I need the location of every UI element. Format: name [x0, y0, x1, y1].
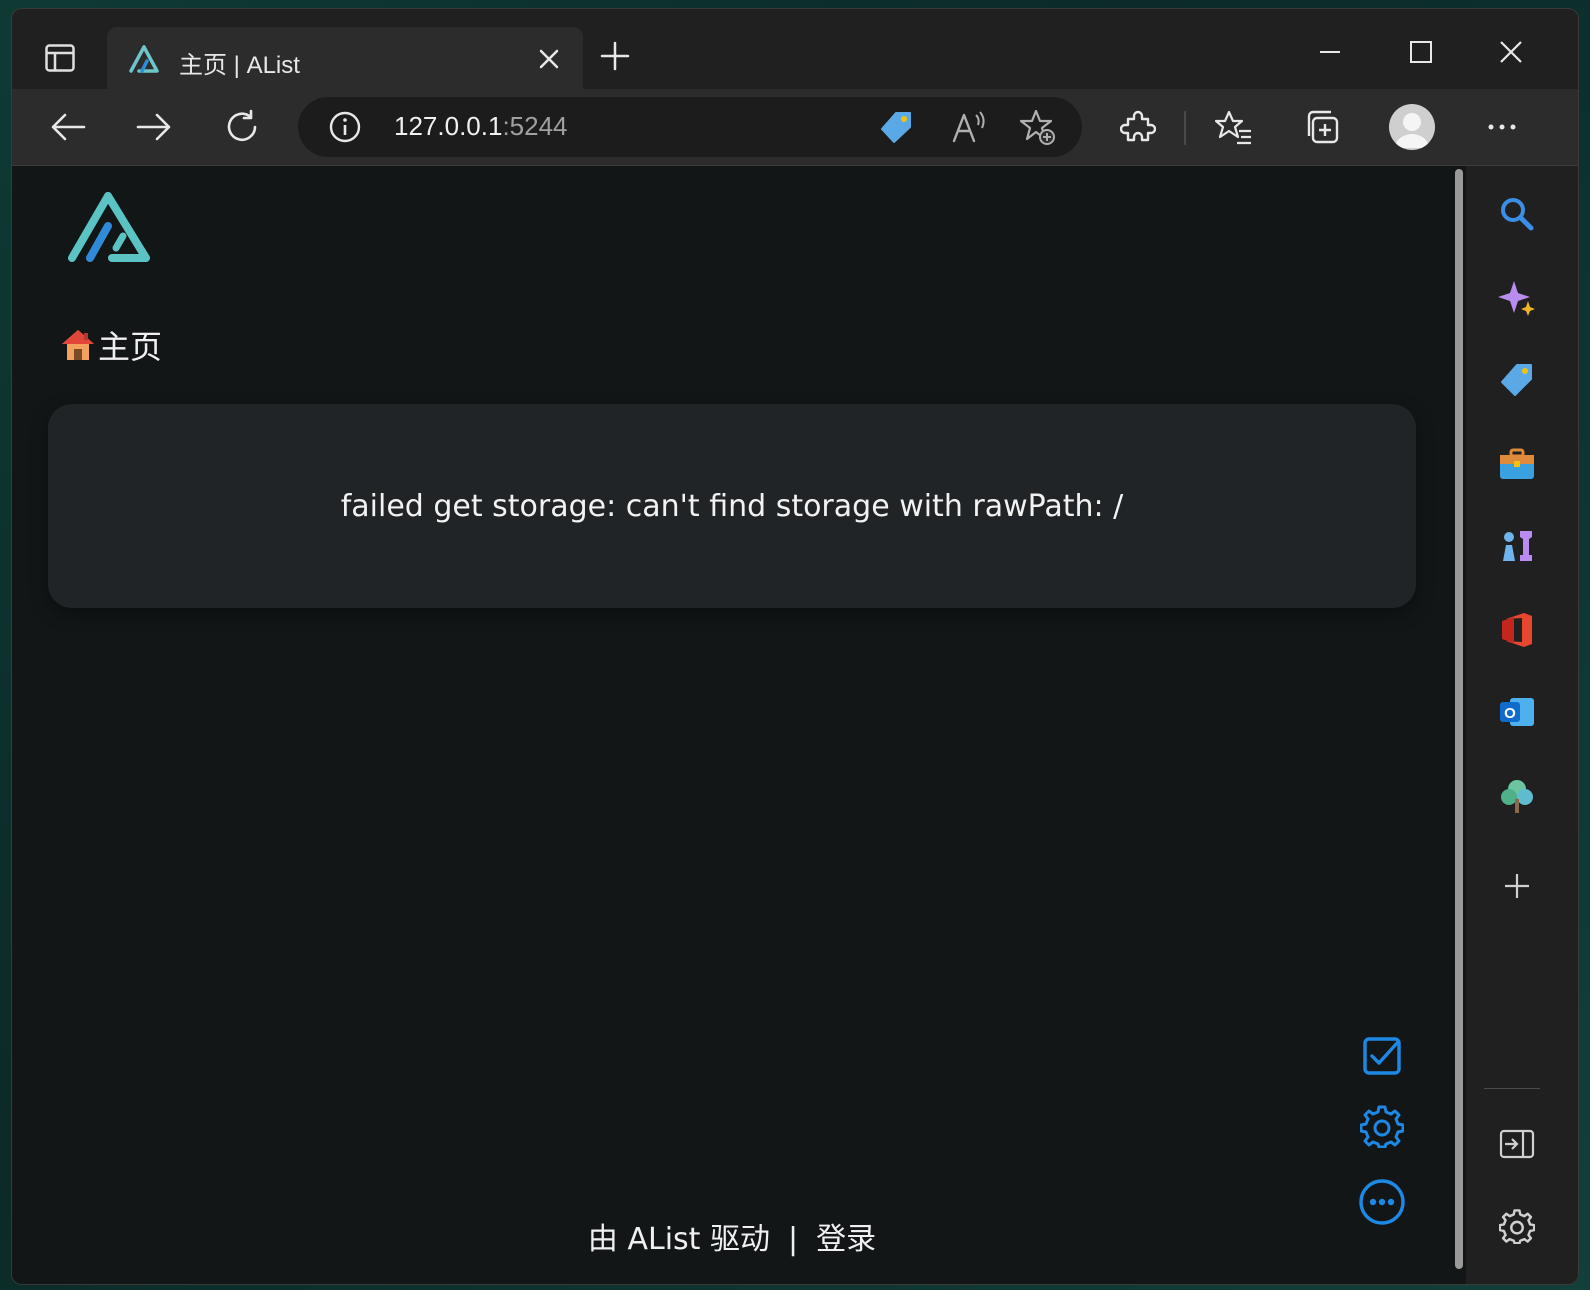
address-bar[interactable]: 127.0.0.1:5244 [298, 97, 1082, 157]
read-aloud-icon[interactable] [948, 107, 988, 147]
login-link[interactable]: 登录 [816, 1222, 876, 1257]
home-icon [62, 330, 94, 360]
outlook-icon[interactable]: O [1497, 692, 1537, 732]
copilot-sparkle-icon[interactable] [1497, 278, 1537, 318]
more-icon[interactable] [1482, 107, 1522, 147]
error-message: failed get storage: can't find storage w… [340, 488, 1124, 524]
add-favorite-icon[interactable] [1018, 107, 1058, 147]
info-icon[interactable] [328, 110, 362, 144]
browser-toolbar: 127.0.0.1:5244 [12, 89, 1578, 166]
tab-actions-icon[interactable] [42, 41, 78, 75]
svg-text:O: O [1504, 705, 1516, 722]
tools-briefcase-icon[interactable] [1497, 444, 1537, 484]
page-viewport: 主页 failed get storage: can't find storag… [12, 166, 1452, 1284]
refresh-icon[interactable] [222, 107, 262, 147]
extensions-icon[interactable] [1118, 107, 1158, 147]
close-icon[interactable] [1496, 37, 1526, 67]
title-bar: 主页 | AList [12, 9, 1578, 91]
hide-sidebar-icon[interactable] [1497, 1124, 1537, 1164]
search-icon[interactable] [1497, 194, 1537, 234]
tab-title: 主页 | AList [179, 52, 300, 79]
shopping-tag-icon[interactable] [1497, 360, 1537, 400]
new-tab-icon[interactable] [600, 41, 630, 71]
error-card: failed get storage: can't find storage w… [48, 404, 1416, 608]
minimize-icon[interactable] [1315, 37, 1345, 67]
footer-separator: | [787, 1222, 799, 1257]
url-text[interactable]: 127.0.0.1:5244 [394, 111, 568, 142]
maximize-icon[interactable] [1406, 37, 1436, 67]
browser-sidebar: O [1466, 166, 1578, 1284]
breadcrumb-home-label[interactable]: 主页 [98, 322, 162, 368]
powered-by-link[interactable]: 由 AList 驱动 [588, 1222, 770, 1257]
sidebar-settings-icon[interactable] [1497, 1206, 1537, 1246]
toolbar-divider [1184, 111, 1186, 145]
price-tag-icon[interactable] [876, 107, 916, 147]
url-host: 127.0.0.1 [394, 111, 503, 141]
collections-icon[interactable] [1302, 107, 1342, 147]
select-checkbox-icon[interactable] [1358, 1032, 1406, 1080]
sidebar-divider [1484, 1088, 1540, 1089]
alist-logo[interactable] [66, 192, 150, 264]
tab-close-icon[interactable] [537, 47, 561, 71]
favorites-icon[interactable] [1214, 107, 1254, 147]
scrollbar-thumb[interactable] [1455, 169, 1463, 1269]
footer: 由 AList 驱动 | 登录 [12, 1214, 1452, 1258]
url-port: :5244 [502, 111, 568, 141]
back-arrow-icon[interactable] [48, 107, 88, 147]
browser-window: 主页 | AList 127.0.0.1:5244 主页 failed get … [12, 9, 1578, 1284]
add-icon[interactable] [1497, 866, 1537, 906]
games-icon[interactable] [1497, 526, 1537, 566]
breadcrumb[interactable]: 主页 [60, 322, 162, 368]
alist-logo-icon [129, 45, 159, 73]
settings-gear-icon[interactable] [1358, 1102, 1406, 1150]
forward-arrow-icon[interactable] [134, 107, 174, 147]
office-icon[interactable] [1497, 610, 1537, 650]
tree-icon[interactable] [1497, 776, 1537, 816]
profile-avatar[interactable] [1389, 104, 1435, 150]
active-tab[interactable]: 主页 | AList [107, 27, 583, 91]
